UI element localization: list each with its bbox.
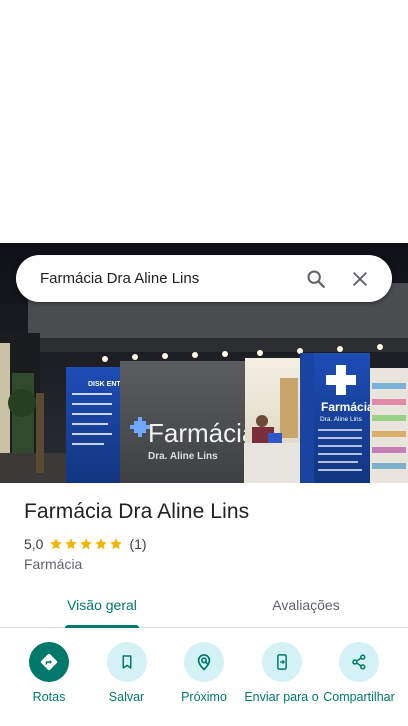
rating-value: 5,0 <box>24 536 44 552</box>
place-tabs: Visão geral Avaliações <box>0 588 408 628</box>
save-label: Salvar <box>108 690 145 704</box>
place-category[interactable]: Farmácia <box>24 556 82 572</box>
share-button[interactable]: Compartilhar <box>323 642 395 704</box>
directions-label: Rotas <box>32 690 66 704</box>
send-to-phone-icon <box>276 654 287 670</box>
star-icon <box>80 538 93 550</box>
tab-overview[interactable]: Visão geral <box>0 588 204 627</box>
banner-right-sub: Dra. Aline Lins <box>320 416 363 423</box>
save-button-circle[interactable] <box>106 642 147 682</box>
place-title: Farmácia Dra Aline Lins <box>24 500 250 523</box>
star-icon <box>110 538 123 550</box>
search-bar[interactable]: Farmácia Dra Aline Lins <box>16 255 392 302</box>
share-icon <box>352 654 366 670</box>
search-button[interactable] <box>296 259 336 299</box>
directions-button[interactable]: Rotas <box>13 642 85 704</box>
nearby-label: Próximo <box>181 690 227 704</box>
nearby-button-circle[interactable] <box>184 642 224 682</box>
send-to-phone-button-circle[interactable] <box>261 642 302 682</box>
rating-summary[interactable]: 5,0 (1) <box>24 536 147 552</box>
save-button[interactable]: Salvar <box>91 642 163 704</box>
search-icon <box>307 269 325 288</box>
review-count: (1) <box>129 536 147 552</box>
nearby-icon <box>197 654 211 671</box>
tab-reviews[interactable]: Avaliações <box>204 588 408 627</box>
send-to-phone-button[interactable]: Enviar para o <box>244 642 319 704</box>
star-icon <box>65 538 78 550</box>
directions-button-circle[interactable] <box>29 642 69 682</box>
share-button-circle[interactable] <box>339 642 379 682</box>
send-to-phone-label: Enviar para o <box>244 690 319 704</box>
bookmark-icon <box>122 655 131 669</box>
action-bar: Rotas Salvar Próximo Enviar para o Compa… <box>0 642 408 704</box>
share-label: Compartilhar <box>323 690 395 704</box>
search-input[interactable]: Farmácia Dra Aline Lins <box>40 270 292 287</box>
nearby-button[interactable]: Próximo <box>168 642 240 704</box>
close-icon <box>353 271 367 286</box>
sign-sub-text: Dra. Aline Lins <box>148 451 218 462</box>
star-rating <box>49 537 123 551</box>
directions-icon <box>40 653 58 671</box>
star-icon <box>95 538 108 550</box>
banner-right-title: Farmácia <box>321 400 374 414</box>
clear-search-button[interactable] <box>340 259 380 299</box>
sign-main-text: Farmácia <box>148 418 257 448</box>
star-icon <box>50 538 63 550</box>
